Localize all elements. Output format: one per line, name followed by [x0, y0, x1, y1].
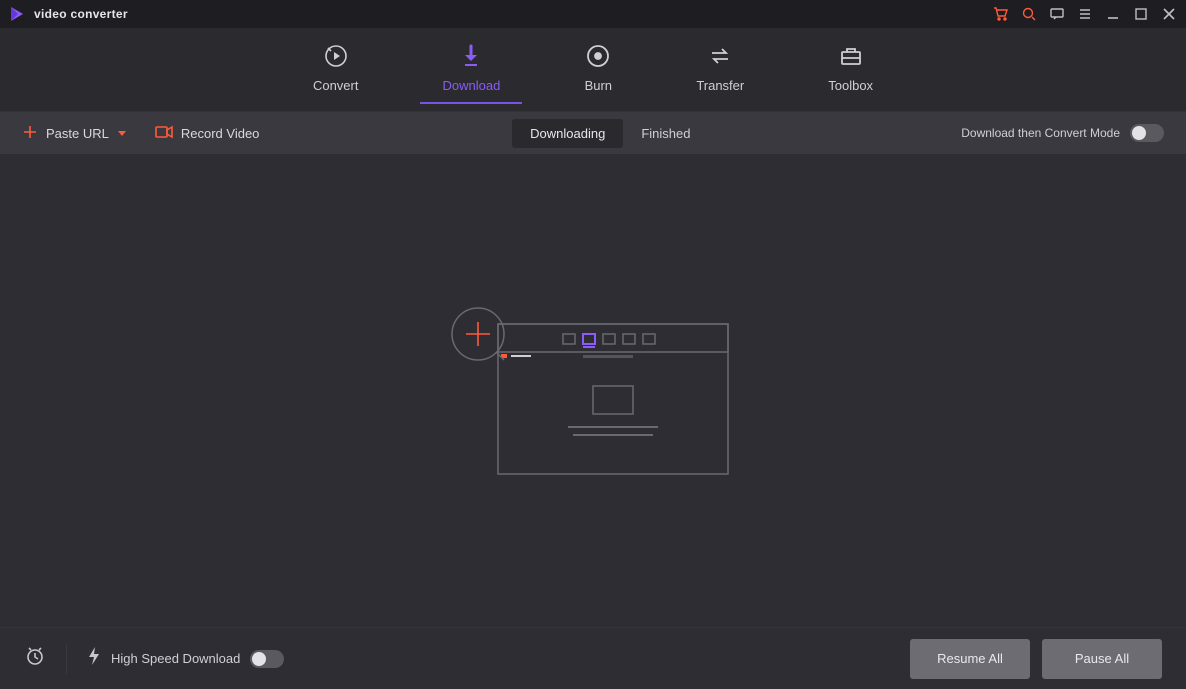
title-bar-right	[992, 5, 1178, 23]
record-video-button[interactable]: Record Video	[155, 125, 260, 142]
paste-url-button[interactable]: Paste URL	[22, 124, 127, 143]
app-logo-icon	[8, 5, 26, 23]
footer-right: Resume All Pause All	[910, 639, 1162, 679]
toolbar-right: Download then Convert Mode	[961, 124, 1164, 142]
close-icon[interactable]	[1160, 5, 1178, 23]
burn-icon	[584, 42, 612, 70]
pause-all-button[interactable]: Pause All	[1042, 639, 1162, 679]
maximize-icon[interactable]	[1132, 5, 1150, 23]
nav-label: Toolbox	[828, 78, 873, 93]
nav-transfer[interactable]: Transfer	[684, 36, 756, 103]
nav-toolbox[interactable]: Toolbox	[816, 36, 885, 103]
minimize-icon[interactable]	[1104, 5, 1122, 23]
toolbar-left: Paste URL Record Video	[22, 124, 259, 143]
message-icon[interactable]	[1048, 5, 1066, 23]
nav-label: Burn	[585, 78, 612, 93]
search-icon[interactable]	[1020, 5, 1038, 23]
nav-convert[interactable]: Convert	[301, 36, 371, 103]
nav-label: Download	[442, 78, 500, 93]
toolbar: Paste URL Record Video Downloading Finis…	[0, 112, 1186, 154]
nav-download[interactable]: Download	[430, 36, 512, 103]
high-speed-label: High Speed Download	[111, 651, 240, 666]
divider	[66, 644, 67, 674]
menu-icon[interactable]	[1076, 5, 1094, 23]
title-bar-left: video converter	[8, 5, 128, 23]
convert-mode-label: Download then Convert Mode	[961, 126, 1120, 140]
nav-burn[interactable]: Burn	[572, 36, 624, 103]
tab-downloading[interactable]: Downloading	[512, 119, 623, 148]
main-area	[0, 154, 1186, 627]
nav-label: Convert	[313, 78, 359, 93]
record-video-label: Record Video	[181, 126, 260, 141]
top-nav: Convert Download Burn Transfer	[0, 28, 1186, 112]
download-icon	[457, 42, 485, 70]
schedule-icon[interactable]	[24, 645, 46, 672]
download-state-tabs: Downloading Finished	[512, 119, 708, 148]
cart-icon[interactable]	[992, 5, 1010, 23]
toolbox-icon	[837, 42, 865, 70]
convert-mode-toggle[interactable]	[1130, 124, 1164, 142]
paste-url-label: Paste URL	[46, 126, 109, 141]
camera-icon	[155, 125, 173, 142]
tab-finished[interactable]: Finished	[623, 119, 708, 148]
plus-icon	[22, 124, 38, 143]
transfer-icon	[706, 42, 734, 70]
footer: High Speed Download Resume All Pause All	[0, 627, 1186, 689]
chevron-down-icon	[117, 126, 127, 141]
convert-icon	[322, 42, 350, 70]
empty-state-illustration	[443, 296, 743, 486]
toolbar-center-tabs: Downloading Finished	[512, 119, 708, 148]
resume-all-button[interactable]: Resume All	[910, 639, 1030, 679]
high-speed-toggle[interactable]	[250, 650, 284, 668]
footer-left: High Speed Download	[24, 644, 284, 674]
nav-label: Transfer	[696, 78, 744, 93]
app-title: video converter	[34, 7, 128, 21]
title-bar: video converter	[0, 0, 1186, 28]
bolt-icon	[87, 646, 101, 671]
high-speed-group: High Speed Download	[87, 646, 284, 671]
